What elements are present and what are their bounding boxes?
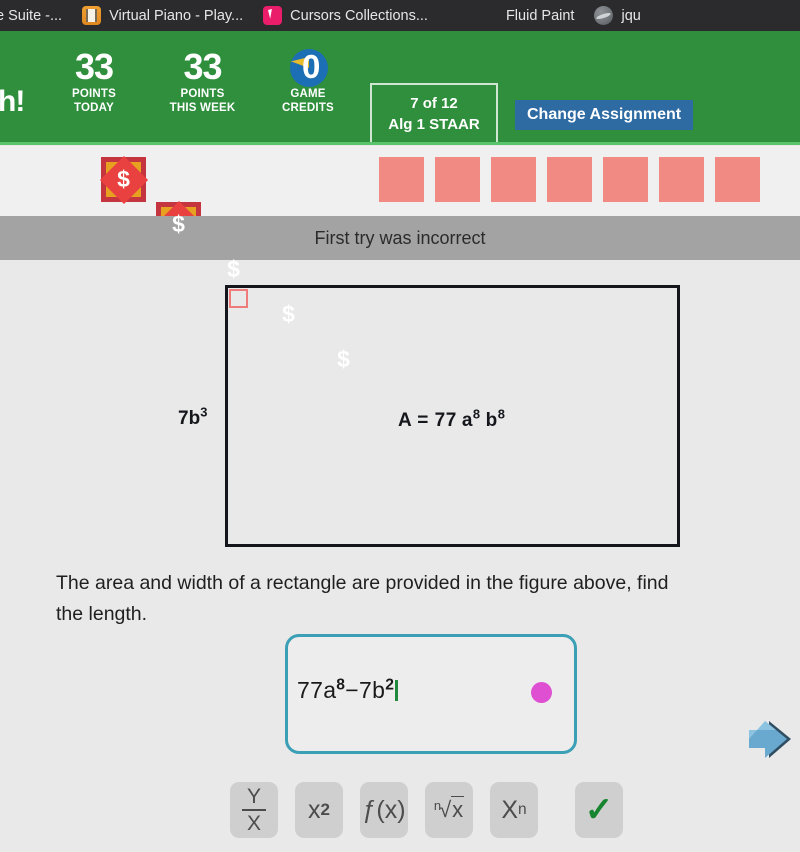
question-line-2: the length. [56, 603, 148, 625]
progress-token-8[interactable] [491, 157, 536, 202]
radical-icon: n √x [434, 796, 465, 822]
answer-a-coeff: 77 [297, 677, 324, 703]
area-var2: b [485, 410, 498, 431]
subscript-button[interactable]: Xn [490, 782, 538, 838]
game-credits-value: 0 [302, 48, 320, 85]
progress-token-12[interactable] [715, 157, 760, 202]
progress-token-1[interactable]: $ [101, 157, 146, 202]
subscript-index: n [518, 801, 527, 819]
app-header: h! 33 POINTS TODAY 33 POINTS THIS WEEK 0… [0, 31, 800, 145]
answer-b-var: b [372, 677, 386, 703]
submit-button[interactable]: ✓ [575, 782, 623, 838]
text-cursor [395, 680, 399, 701]
points-today-label-2: TODAY [74, 102, 114, 114]
answer-b-coeff: 7 [359, 677, 373, 703]
app-logo[interactable]: h! [0, 85, 25, 119]
question-text: The area and width of a rectangle are pr… [56, 568, 800, 630]
status-banner: First try was incorrect [0, 216, 800, 260]
answer-b-exp: 2 [385, 676, 395, 694]
answer-input-field[interactable]: 77a8−7b2 [285, 634, 577, 754]
figure-area-label: A = 77 a8 b8 [398, 406, 506, 432]
checkmark-icon: ✓ [584, 791, 614, 829]
browser-tab-2[interactable]: Cursors Collections... [253, 0, 438, 31]
progress-token-11[interactable] [659, 157, 704, 202]
area-exp1: 8 [472, 406, 481, 422]
dollar-icon: $ [227, 256, 240, 282]
globe-icon [594, 6, 614, 25]
progress-token-6[interactable] [379, 157, 424, 202]
function-button[interactable]: ƒ(x) [360, 782, 408, 838]
points-week-value: 33 [183, 46, 222, 87]
assignment-name: Alg 1 STAAR [388, 116, 480, 133]
progress-token-7[interactable] [435, 157, 480, 202]
subscript-base: X [501, 795, 519, 824]
root-radicand: √x [439, 796, 465, 822]
area-exp2: 8 [497, 406, 506, 422]
piano-icon [82, 6, 102, 25]
width-base: 7b [178, 408, 201, 429]
stat-points-this-week: 33 POINTS THIS WEEK [155, 47, 250, 115]
answer-a-exp: 8 [336, 676, 346, 694]
answer-status-dot[interactable] [531, 682, 552, 703]
dollar-icon: $ [117, 166, 130, 192]
fraction-denominator: X [246, 812, 261, 835]
stat-points-today: 33 POINTS TODAY [48, 47, 140, 115]
area-var1: a [461, 410, 473, 431]
points-week-label-1: POINTS [180, 88, 225, 100]
dollar-icon: $ [337, 346, 350, 372]
browser-tab-1[interactable]: Virtual Piano - Play... [72, 0, 253, 31]
browser-tab-4[interactable]: jqu [584, 0, 650, 31]
progress-token-row: $ $ $ $ $ [0, 146, 800, 388]
progress-token-3[interactable]: $ [211, 247, 256, 292]
dollar-icon: $ [282, 301, 295, 327]
answer-a-var: a [323, 677, 337, 703]
change-assignment-button[interactable]: Change Assignment [515, 100, 694, 130]
browser-tab-label: Virtual Piano - Play... [109, 7, 244, 24]
points-week-label-2: THIS WEEK [169, 102, 236, 114]
next-arrow-icon[interactable] [745, 717, 795, 762]
browser-tab-label: jqu [621, 7, 641, 24]
question-line-1: The area and width of a rectangle are pr… [56, 572, 669, 594]
square-button[interactable]: x2 [295, 782, 343, 838]
width-exponent: 3 [200, 404, 208, 420]
points-today-value: 33 [74, 46, 114, 87]
game-credits-value-wrap: 0 [268, 47, 348, 87]
fraction-button[interactable]: Y X [230, 782, 278, 838]
points-today-label-1: POINTS [71, 88, 116, 100]
area-prefix: A = 77 [398, 410, 457, 431]
browser-tab-label: Fluid Paint [505, 7, 575, 24]
cursor-icon [263, 6, 283, 25]
fraction-numerator: Y [246, 785, 261, 808]
assignment-progress: 7 of 12 [410, 95, 458, 112]
game-credits-label-1: GAME [290, 88, 326, 100]
browser-tab-strip: e Suite -... Virtual Piano - Play... Cur… [0, 0, 800, 31]
browser-tab-label: e Suite -... [0, 7, 63, 24]
browser-tab-label: Cursors Collections... [290, 7, 428, 24]
fraction-bar-icon [242, 809, 266, 811]
browser-tab-3[interactable]: Fluid Paint [496, 0, 585, 31]
app-root: e Suite -... Virtual Piano - Play... Cur… [0, 0, 800, 852]
progress-token-5-current[interactable]: $ [315, 331, 372, 388]
progress-token-2[interactable]: $ [156, 202, 201, 247]
dollar-icon: $ [172, 211, 185, 237]
progress-token-4[interactable]: $ [266, 292, 311, 337]
answer-minus: − [345, 677, 360, 703]
assignment-indicator: 7 of 12 Alg 1 STAAR [370, 83, 498, 145]
game-credits-label-2: CREDITS [282, 102, 334, 114]
progress-token-9[interactable] [547, 157, 592, 202]
nth-root-button[interactable]: n √x [425, 782, 473, 838]
status-message: First try was incorrect [314, 227, 486, 248]
progress-token-10[interactable] [603, 157, 648, 202]
figure-width-label: 7b3 [178, 404, 208, 430]
function-label: ƒ(x) [362, 795, 406, 824]
square-base: x [308, 795, 321, 824]
answer-expression: 77a8−7b2 [297, 676, 399, 704]
stat-game-credits: 0 GAME CREDITS [268, 47, 348, 115]
browser-tab-0[interactable]: e Suite -... [0, 0, 72, 31]
right-angle-marker-icon [229, 289, 248, 308]
question-content: 7b3 A = 77 a8 b8 The area and width of a r… [0, 260, 800, 852]
math-keypad-toolbar: Y X x2 ƒ(x) n √x Xn ✓ [230, 782, 623, 838]
